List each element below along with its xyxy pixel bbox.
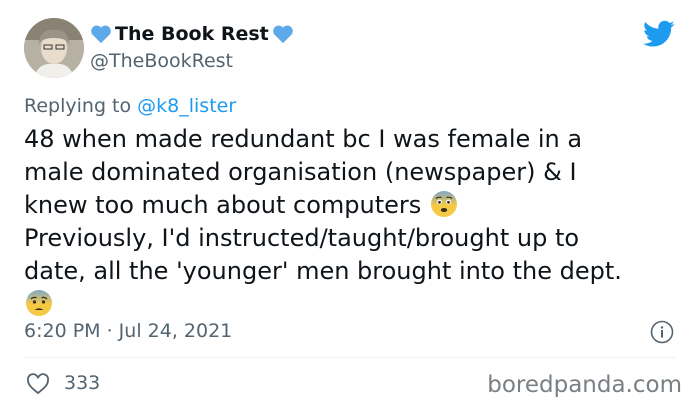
tweet-text: 48 when made redundant bc I was female i…	[24, 123, 674, 321]
fearful-face-icon	[430, 191, 457, 217]
replying-to: Replying to @k8_lister	[24, 95, 236, 117]
info-icon[interactable]	[650, 320, 674, 344]
tweet-text-part2: Previously, I'd instructed/taught/brough…	[24, 224, 622, 285]
avatar[interactable]	[24, 18, 84, 78]
twitter-bird-icon[interactable]	[643, 20, 675, 48]
watermark: boredpanda.com	[487, 372, 682, 398]
reply-mention-link[interactable]: @k8_lister	[137, 95, 236, 117]
anxious-face-with-sweat-icon	[26, 290, 52, 316]
display-name[interactable]: The Book Rest	[115, 23, 269, 45]
like-count[interactable]: 333	[64, 372, 100, 394]
user-handle[interactable]: @TheBookRest	[90, 50, 233, 72]
reply-prefix: Replying to	[24, 95, 138, 117]
tweet-text-part1: 48 when made redundant bc I was female i…	[24, 125, 583, 219]
divider	[24, 357, 676, 358]
heart-icon[interactable]	[26, 373, 50, 395]
tweet-timestamp[interactable]: 6:20 PM · Jul 24, 2021	[24, 320, 232, 342]
author-name-row[interactable]: The Book Rest	[90, 23, 294, 45]
blue-heart-icon	[91, 25, 111, 44]
blue-heart-icon	[272, 25, 293, 44]
